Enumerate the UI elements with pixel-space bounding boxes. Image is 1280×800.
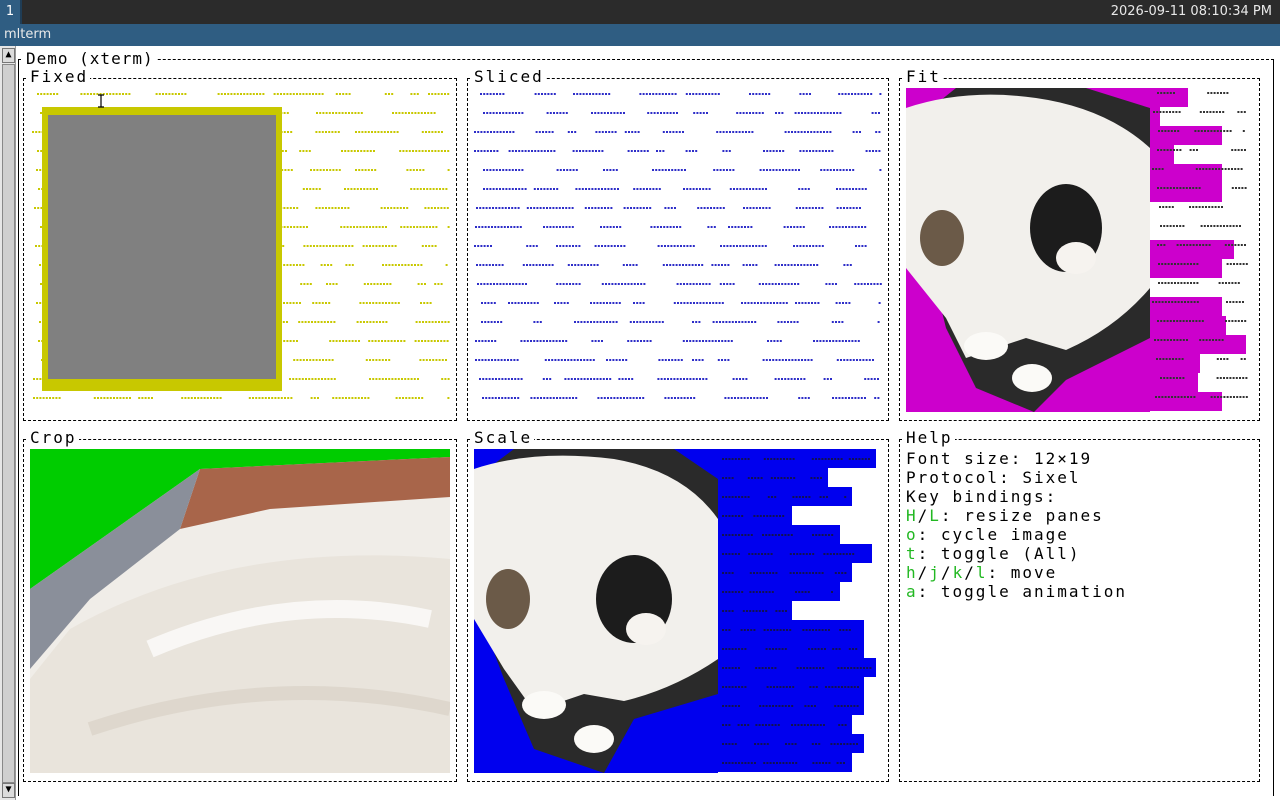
- scroll-up-arrow-icon[interactable]: ▲: [2, 48, 15, 63]
- key-description: : move: [987, 563, 1058, 582]
- scroll-down-arrow-icon[interactable]: ▼: [2, 783, 15, 798]
- help-binding-line: o: cycle image: [906, 525, 1127, 544]
- help-bindings-list: H/L: resize panes o: cycle image t: toggle…: [906, 506, 1127, 601]
- key-o: o: [906, 525, 918, 544]
- pane-title-sliced: Sliced: [472, 67, 546, 86]
- demo-title: Demo (xterm): [23, 50, 157, 68]
- help-binding-line: t: toggle (All): [906, 544, 1127, 563]
- help-binding-line: a: toggle animation: [906, 582, 1127, 601]
- key-a: a: [906, 582, 918, 601]
- scrollbar-thumb[interactable]: [2, 64, 15, 783]
- pane-title-crop: Crop: [28, 428, 79, 447]
- key-description: : toggle animation: [917, 582, 1128, 601]
- pane-sliced: Sliced: [467, 68, 889, 421]
- pane-title-fit: Fit: [904, 67, 943, 86]
- help-protocol: Protocol: Sixel: [906, 468, 1081, 487]
- sliced-dot-pattern: [474, 93, 882, 399]
- fixed-image-frame: [42, 107, 282, 391]
- key-l: l: [975, 563, 988, 582]
- help-binding-line: h/j/k/l: move: [906, 563, 1127, 582]
- pane-fixed: Fixed: [23, 68, 457, 421]
- terminal-area[interactable]: Demo (xterm) Fixed Sliced Fit Crop Scale…: [16, 47, 1280, 800]
- key-separator: /: [917, 506, 930, 525]
- scrollbar[interactable]: ▲ ▼: [0, 46, 16, 800]
- pane-title-help: Help: [904, 428, 955, 447]
- window-title: mlterm: [0, 24, 1280, 46]
- key-k: k: [952, 563, 965, 582]
- key-separator: /: [964, 563, 976, 582]
- workspace-indicator[interactable]: 1: [0, 0, 22, 24]
- key-description: : toggle (All): [917, 544, 1081, 563]
- help-key-bindings-heading: Key bindings:: [906, 487, 1058, 506]
- pane-title-fixed: Fixed: [28, 67, 91, 86]
- help-binding-line: H/L: resize panes: [906, 506, 1127, 525]
- key-L: L: [929, 506, 941, 525]
- help-text: Font size: 12×19 Protocol: Sixel Key bin…: [906, 449, 1127, 601]
- key-H: H: [906, 506, 918, 525]
- top-panel: 1 2026-09-11 08:10:34 PM: [0, 0, 1280, 24]
- key-t: t: [906, 544, 918, 563]
- key-h: h: [906, 563, 918, 582]
- pane-help: Help Font size: 12×19 Protocol: Sixel Ke…: [899, 429, 1260, 782]
- scale-cat-image: [474, 449, 718, 773]
- fit-dot-pattern: [1150, 88, 1248, 411]
- pane-scale: Scale: [467, 429, 889, 782]
- pane-fit: Fit: [899, 68, 1260, 421]
- key-description: : cycle image: [917, 525, 1069, 544]
- fixed-image-gray: [48, 115, 276, 379]
- key-separator: /: [940, 563, 953, 582]
- pane-title-scale: Scale: [472, 428, 535, 447]
- clock: 2026-09-11 08:10:34 PM: [1110, 4, 1272, 19]
- key-j: j: [929, 563, 941, 582]
- pane-crop: Crop: [23, 429, 457, 782]
- key-description: : resize panes: [940, 506, 1104, 525]
- help-font-size: Font size: 12×19: [906, 449, 1093, 468]
- crop-cat-image: [30, 449, 450, 773]
- key-separator: /: [917, 563, 930, 582]
- scale-dot-pattern: [718, 449, 876, 772]
- ibeam-cursor-icon: [98, 94, 104, 108]
